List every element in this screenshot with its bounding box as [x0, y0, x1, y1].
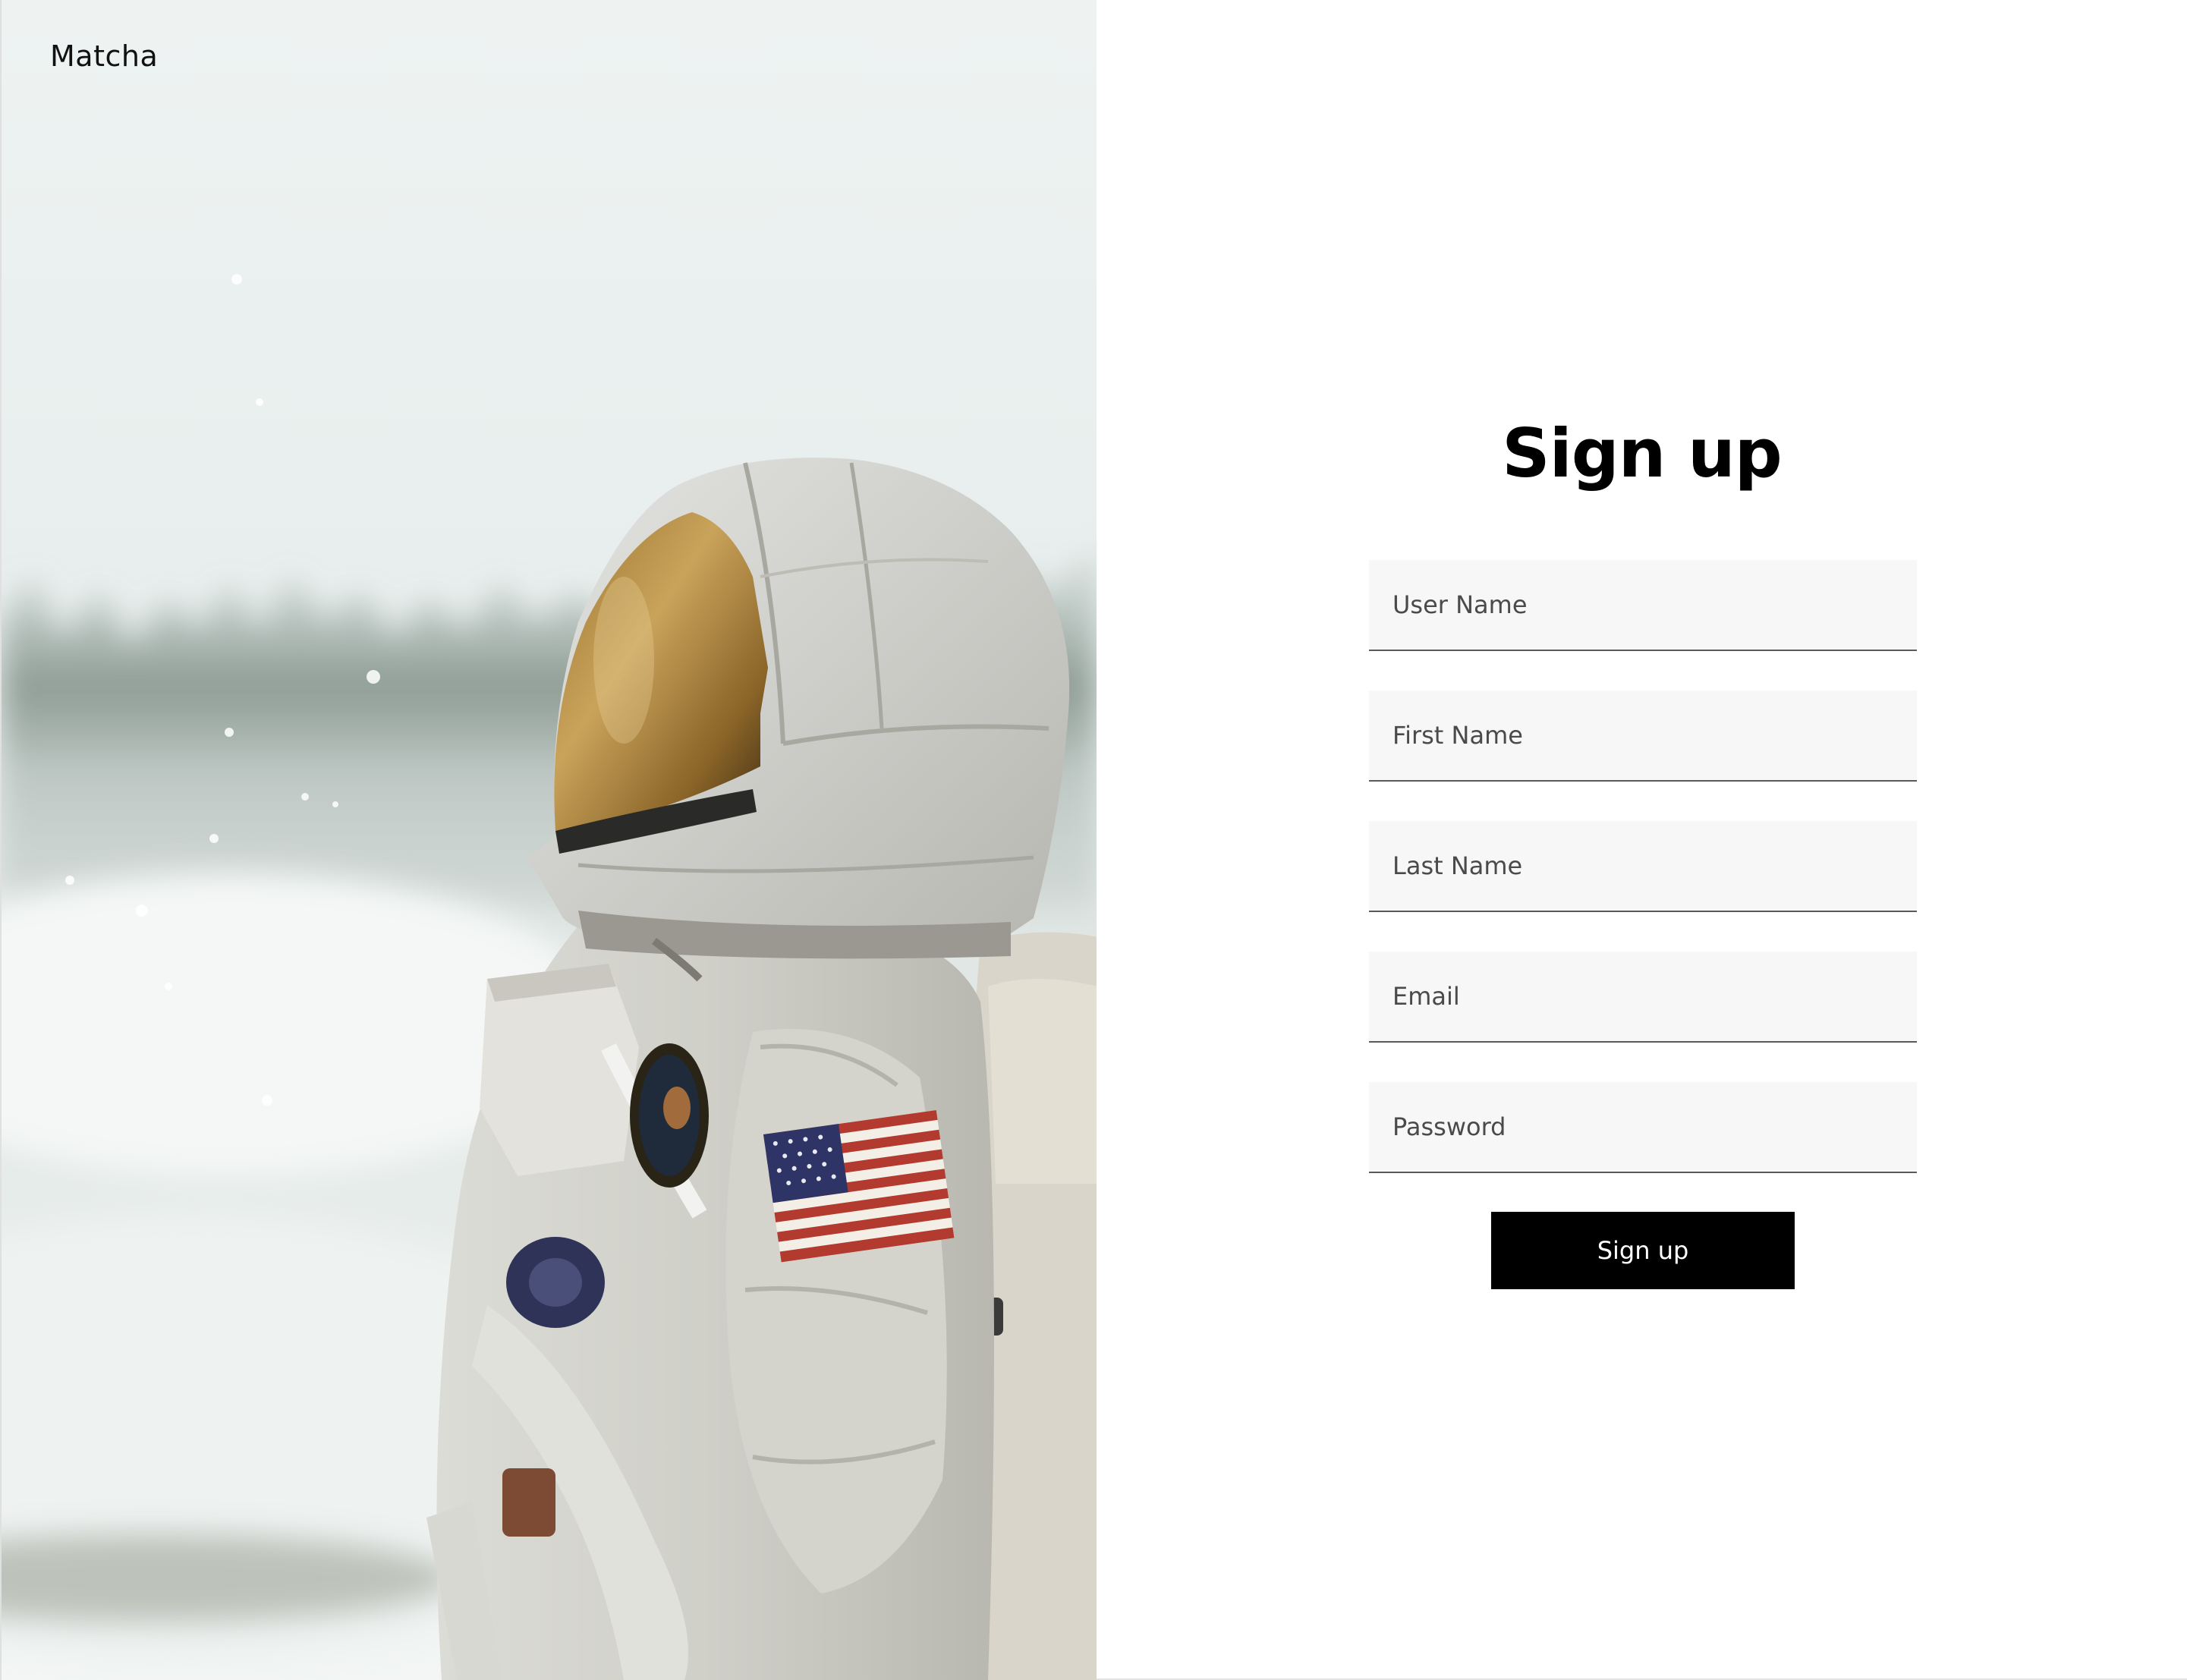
email-field[interactable]: [1369, 952, 1917, 1043]
astronaut-illustration: [2, 0, 1097, 1680]
last-name-field[interactable]: [1369, 821, 1917, 912]
username-field[interactable]: [1369, 560, 1917, 651]
brand-logo[interactable]: Matcha: [50, 39, 158, 73]
signup-form: Sign up Sign up: [1097, 0, 2187, 1680]
password-field[interactable]: [1369, 1082, 1917, 1173]
page-title: Sign up: [1502, 414, 1782, 492]
signup-page: Matcha Sign up Sign up: [0, 0, 2187, 1680]
signup-button[interactable]: Sign up: [1491, 1212, 1795, 1289]
first-name-field[interactable]: [1369, 691, 1917, 782]
hero-photo: Matcha: [0, 0, 1097, 1680]
